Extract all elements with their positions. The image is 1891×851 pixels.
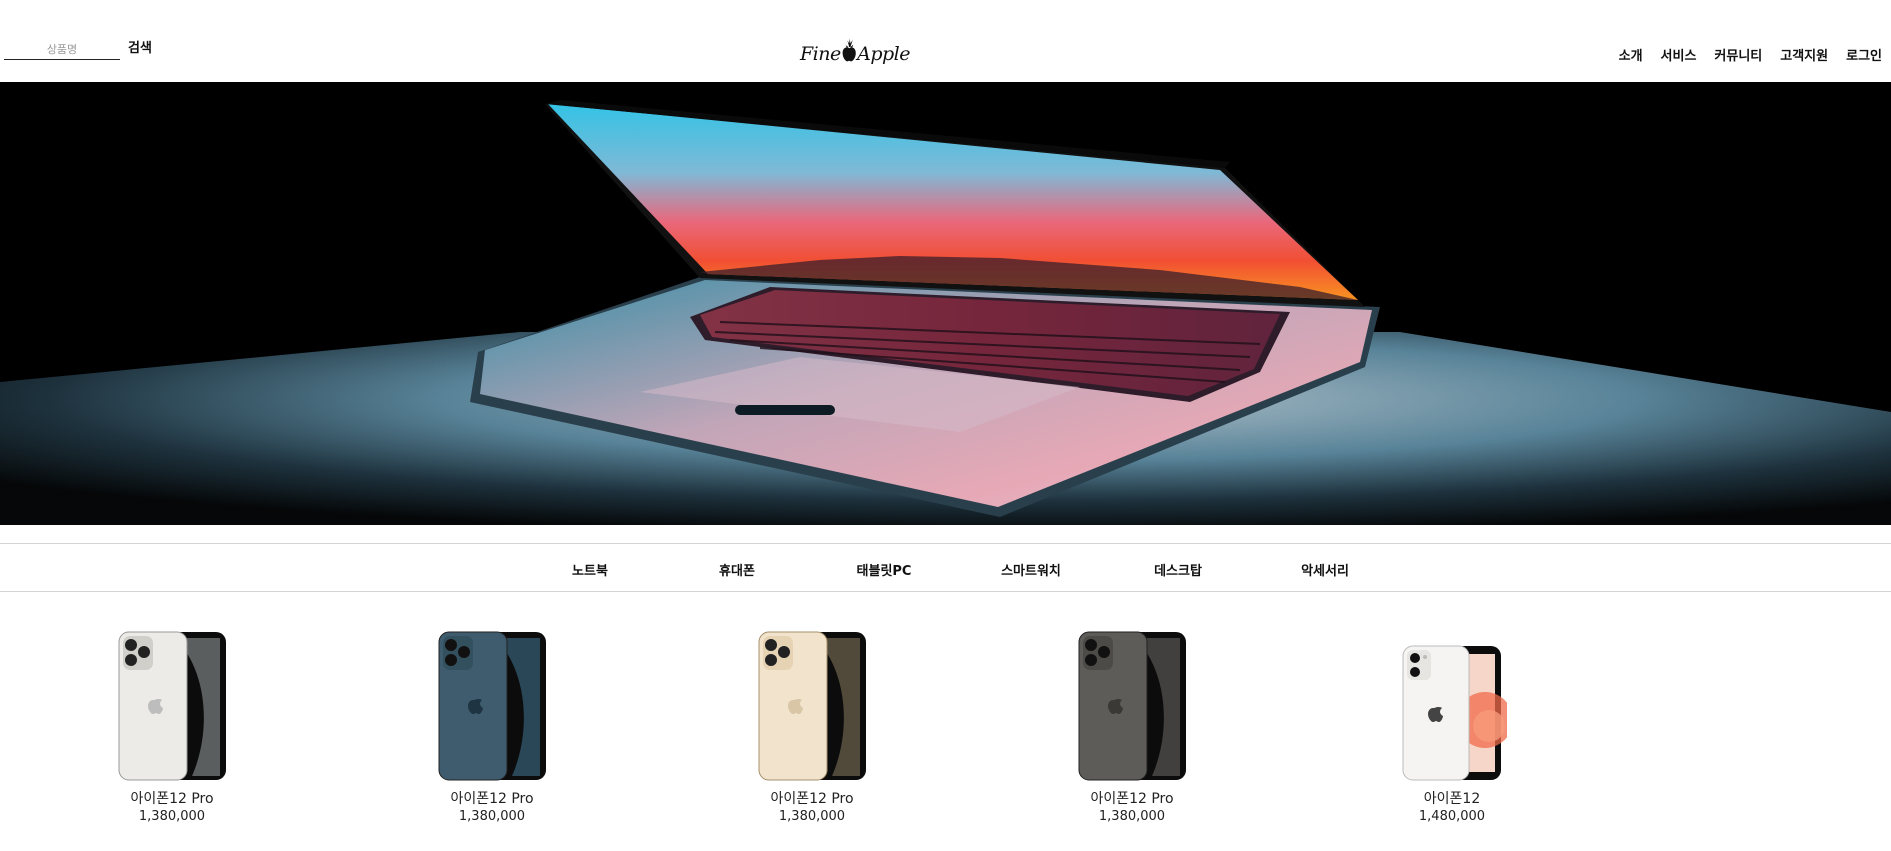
iphone-image [1078,631,1186,781]
search-input[interactable] [4,39,120,60]
search-bar: 검색 [4,37,152,60]
category-tablet[interactable]: 태블릿PC [857,560,912,579]
product-name: 아이폰12 Pro [450,791,534,807]
product-price: 1,380,000 [778,809,846,824]
search-button[interactable]: 검색 [120,37,152,60]
product-price: 1,380,000 [1098,809,1166,824]
iphone-image [118,631,226,781]
iphone-image [1402,645,1507,781]
site-logo[interactable]: Fine Apple [800,26,910,70]
logo-text-left: Fine [800,43,841,65]
product-card[interactable]: 아이폰12 Pro 1,380,000 [72,630,272,826]
category-phone[interactable]: 휴대폰 [719,560,755,579]
pineapple-apple-icon [842,38,856,62]
product-name: 아이폰12 [1423,791,1481,807]
logo-text-right: Apple [857,43,910,65]
product-name: 아이폰12 Pro [770,791,854,807]
hero-banner [0,82,1891,525]
nav-item-community[interactable]: 커뮤니티 [1714,45,1762,64]
nav-item-about[interactable]: 소개 [1619,45,1643,64]
laptop-hero-image [0,82,1891,525]
site-header: 검색 Fine Apple 소개 서비스 커뮤니티 고객지원 로그인 [0,0,1891,82]
iphone-image [438,631,546,781]
category-accessory[interactable]: 악세서리 [1301,560,1349,579]
product-card[interactable]: 아이폰12 Pro 1,380,000 [1032,630,1232,826]
category-desktop[interactable]: 데스크탑 [1154,560,1202,579]
top-nav: 소개 서비스 커뮤니티 고객지원 로그인 [1619,45,1882,64]
product-price: 1,380,000 [138,809,206,824]
product-name: 아이폰12 Pro [1090,791,1174,807]
product-name: 아이폰12 Pro [130,791,214,807]
category-notebook[interactable]: 노트북 [572,560,608,579]
nav-item-login[interactable]: 로그인 [1846,45,1882,64]
iphone-image [758,631,866,781]
category-smartwatch[interactable]: 스마트워치 [1001,560,1061,579]
product-price: 1,480,000 [1418,809,1486,824]
product-card[interactable]: 아이폰12 1,480,000 [1352,630,1552,826]
product-card[interactable]: 아이폰12 Pro 1,380,000 [392,630,592,826]
product-price: 1,380,000 [458,809,526,824]
nav-item-support[interactable]: 고객지원 [1780,45,1828,64]
product-card[interactable]: 아이폰12 Pro 1,380,000 [712,630,912,826]
category-bar: 노트북 휴대폰 태블릿PC 스마트워치 데스크탑 악세서리 [0,543,1891,592]
nav-item-service[interactable]: 서비스 [1661,45,1697,64]
